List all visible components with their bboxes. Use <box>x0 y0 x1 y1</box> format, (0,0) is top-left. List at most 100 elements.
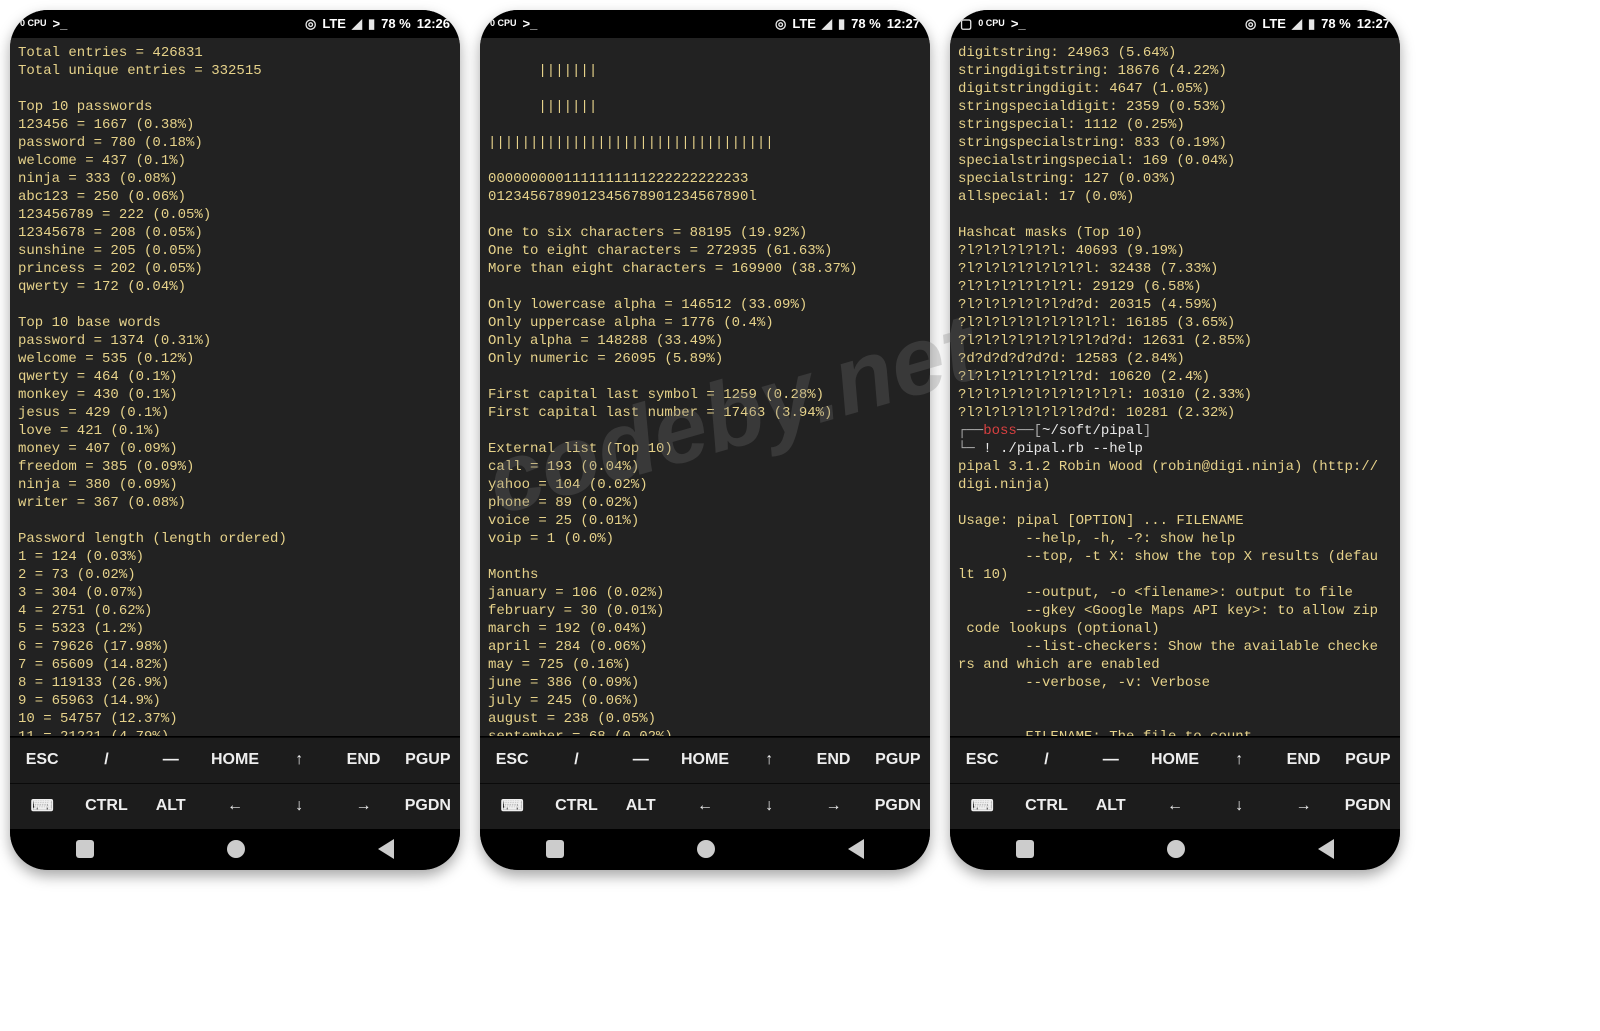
key-end[interactable]: END <box>331 737 395 783</box>
key-esc[interactable]: ESC <box>10 737 74 783</box>
key-left[interactable]: ← <box>203 783 267 829</box>
battery-icon: ▮ <box>368 16 375 32</box>
lte-label: LTE <box>1262 16 1286 31</box>
key-pgdn[interactable]: PGDN <box>866 783 930 829</box>
hotspot-icon: ◎ <box>305 16 316 32</box>
phone-3: ▢ 0 CPU >_ ◎ LTE ◢ ▮ 78 % 12:27 digitstr… <box>950 10 1400 870</box>
battery-icon: ▮ <box>1308 16 1315 32</box>
status-bar: 0 CPU >_ ◎ LTE ◢ ▮ 78 % 12:27 <box>480 10 930 38</box>
terminal-output[interactable]: digitstring: 24963 (5.64%) stringdigitst… <box>950 38 1400 736</box>
key-right[interactable]: → <box>1271 783 1335 829</box>
clock: 12:26 <box>417 16 450 31</box>
terminal-output[interactable]: Total entries = 426831 Total unique entr… <box>10 38 460 736</box>
key-pgup[interactable]: PGUP <box>1336 737 1400 783</box>
lte-label: LTE <box>322 16 346 31</box>
prompt-box-top: ┌── <box>958 423 983 439</box>
signal-icon: ◢ <box>352 16 362 32</box>
key-alt[interactable]: ALT <box>609 783 673 829</box>
key-alt[interactable]: ALT <box>1079 783 1143 829</box>
key-slash[interactable]: / <box>1014 737 1078 783</box>
key-dash[interactable]: — <box>609 737 673 783</box>
key-ctrl[interactable]: CTRL <box>1014 783 1078 829</box>
key-down[interactable]: ↓ <box>737 783 801 829</box>
cpu-icon: 0 CPU <box>20 19 47 28</box>
extra-keys: ESC / — HOME ↑ END PGUP ⌨ CTRL ALT ← ↓ →… <box>10 736 460 829</box>
key-end[interactable]: END <box>801 737 865 783</box>
nav-back-icon[interactable] <box>1318 839 1334 859</box>
signal-icon: ◢ <box>1292 16 1302 32</box>
extra-keys-row-2: ⌨ CTRL ALT ← ↓ → PGDN <box>10 783 460 829</box>
nav-recents-icon[interactable] <box>76 840 94 858</box>
phone-2: 0 CPU >_ ◎ LTE ◢ ▮ 78 % 12:27 ||||||| ||… <box>480 10 930 870</box>
status-bar: ▢ 0 CPU >_ ◎ LTE ◢ ▮ 78 % 12:27 <box>950 10 1400 38</box>
extra-keys-row-2: ⌨ CTRL ALT ← ↓ → PGDN <box>480 783 930 829</box>
extra-keys: ESC / — HOME ↑ END PGUP ⌨ CTRL ALT ← ↓ →… <box>480 736 930 829</box>
extra-keys: ESC / — HOME ↑ END PGUP ⌨ CTRL ALT ← ↓ →… <box>950 736 1400 829</box>
key-up[interactable]: ↑ <box>1207 737 1271 783</box>
nav-back-icon[interactable] <box>378 839 394 859</box>
key-esc[interactable]: ESC <box>480 737 544 783</box>
key-alt[interactable]: ALT <box>139 783 203 829</box>
prompt-box-bot: └─ <box>958 441 975 457</box>
prompt-marker: ! <box>975 441 1000 457</box>
key-left[interactable]: ← <box>1143 783 1207 829</box>
extra-keys-row-1: ESC / — HOME ↑ END PGUP <box>480 737 930 783</box>
terminal-icon: >_ <box>523 16 538 31</box>
phone-1: 0 CPU >_ ◎ LTE ◢ ▮ 78 % 12:26 Total entr… <box>10 10 460 870</box>
key-dash[interactable]: — <box>139 737 203 783</box>
android-nav-bar <box>480 829 930 870</box>
gallery-icon: ▢ <box>960 16 972 32</box>
key-esc[interactable]: ESC <box>950 737 1014 783</box>
key-pgdn[interactable]: PGDN <box>1336 783 1400 829</box>
key-pgup[interactable]: PGUP <box>866 737 930 783</box>
nav-recents-icon[interactable] <box>1016 840 1034 858</box>
screenshot-row: 0 CPU >_ ◎ LTE ◢ ▮ 78 % 12:26 Total entr… <box>0 0 1600 880</box>
android-nav-bar <box>950 829 1400 870</box>
lte-label: LTE <box>792 16 816 31</box>
key-pgdn[interactable]: PGDN <box>396 783 460 829</box>
battery-text: 78 % <box>381 16 411 31</box>
nav-back-icon[interactable] <box>848 839 864 859</box>
key-slash[interactable]: / <box>74 737 138 783</box>
clock: 12:27 <box>887 16 920 31</box>
prompt-close: ] <box>1143 423 1151 439</box>
extra-keys-row-2: ⌨ CTRL ALT ← ↓ → PGDN <box>950 783 1400 829</box>
key-ctrl[interactable]: CTRL <box>544 783 608 829</box>
cpu-icon: 0 CPU <box>978 19 1005 28</box>
key-keyboard[interactable]: ⌨ <box>10 783 74 829</box>
key-right[interactable]: → <box>331 783 395 829</box>
key-left[interactable]: ← <box>673 783 737 829</box>
nav-recents-icon[interactable] <box>546 840 564 858</box>
key-home[interactable]: HOME <box>1143 737 1207 783</box>
key-slash[interactable]: / <box>544 737 608 783</box>
key-pgup[interactable]: PGUP <box>396 737 460 783</box>
key-down[interactable]: ↓ <box>267 783 331 829</box>
key-ctrl[interactable]: CTRL <box>74 783 138 829</box>
prompt-path: ~/soft/pipal <box>1042 423 1143 439</box>
key-end[interactable]: END <box>1271 737 1335 783</box>
key-home[interactable]: HOME <box>203 737 267 783</box>
hotspot-icon: ◎ <box>775 16 786 32</box>
nav-home-icon[interactable] <box>227 840 245 858</box>
battery-text: 78 % <box>1321 16 1351 31</box>
key-keyboard[interactable]: ⌨ <box>480 783 544 829</box>
key-keyboard[interactable]: ⌨ <box>950 783 1014 829</box>
extra-keys-row-1: ESC / — HOME ↑ END PGUP <box>950 737 1400 783</box>
key-up[interactable]: ↑ <box>267 737 331 783</box>
key-dash[interactable]: — <box>1079 737 1143 783</box>
terminal-output[interactable]: ||||||| ||||||| ||||||||||||||||||||||||… <box>480 38 930 736</box>
key-down[interactable]: ↓ <box>1207 783 1271 829</box>
battery-text: 78 % <box>851 16 881 31</box>
key-right[interactable]: → <box>801 783 865 829</box>
prompt-user: boss <box>983 423 1017 439</box>
key-up[interactable]: ↑ <box>737 737 801 783</box>
prompt-dash: ──[ <box>1017 423 1042 439</box>
key-home[interactable]: HOME <box>673 737 737 783</box>
battery-icon: ▮ <box>838 16 845 32</box>
term3-help: pipal 3.1.2 Robin Wood (robin@digi.ninja… <box>958 459 1378 736</box>
terminal-icon: >_ <box>53 16 68 31</box>
nav-home-icon[interactable] <box>1167 840 1185 858</box>
nav-home-icon[interactable] <box>697 840 715 858</box>
term3-body: digitstring: 24963 (5.64%) stringdigitst… <box>958 45 1252 421</box>
status-bar: 0 CPU >_ ◎ LTE ◢ ▮ 78 % 12:26 <box>10 10 460 38</box>
